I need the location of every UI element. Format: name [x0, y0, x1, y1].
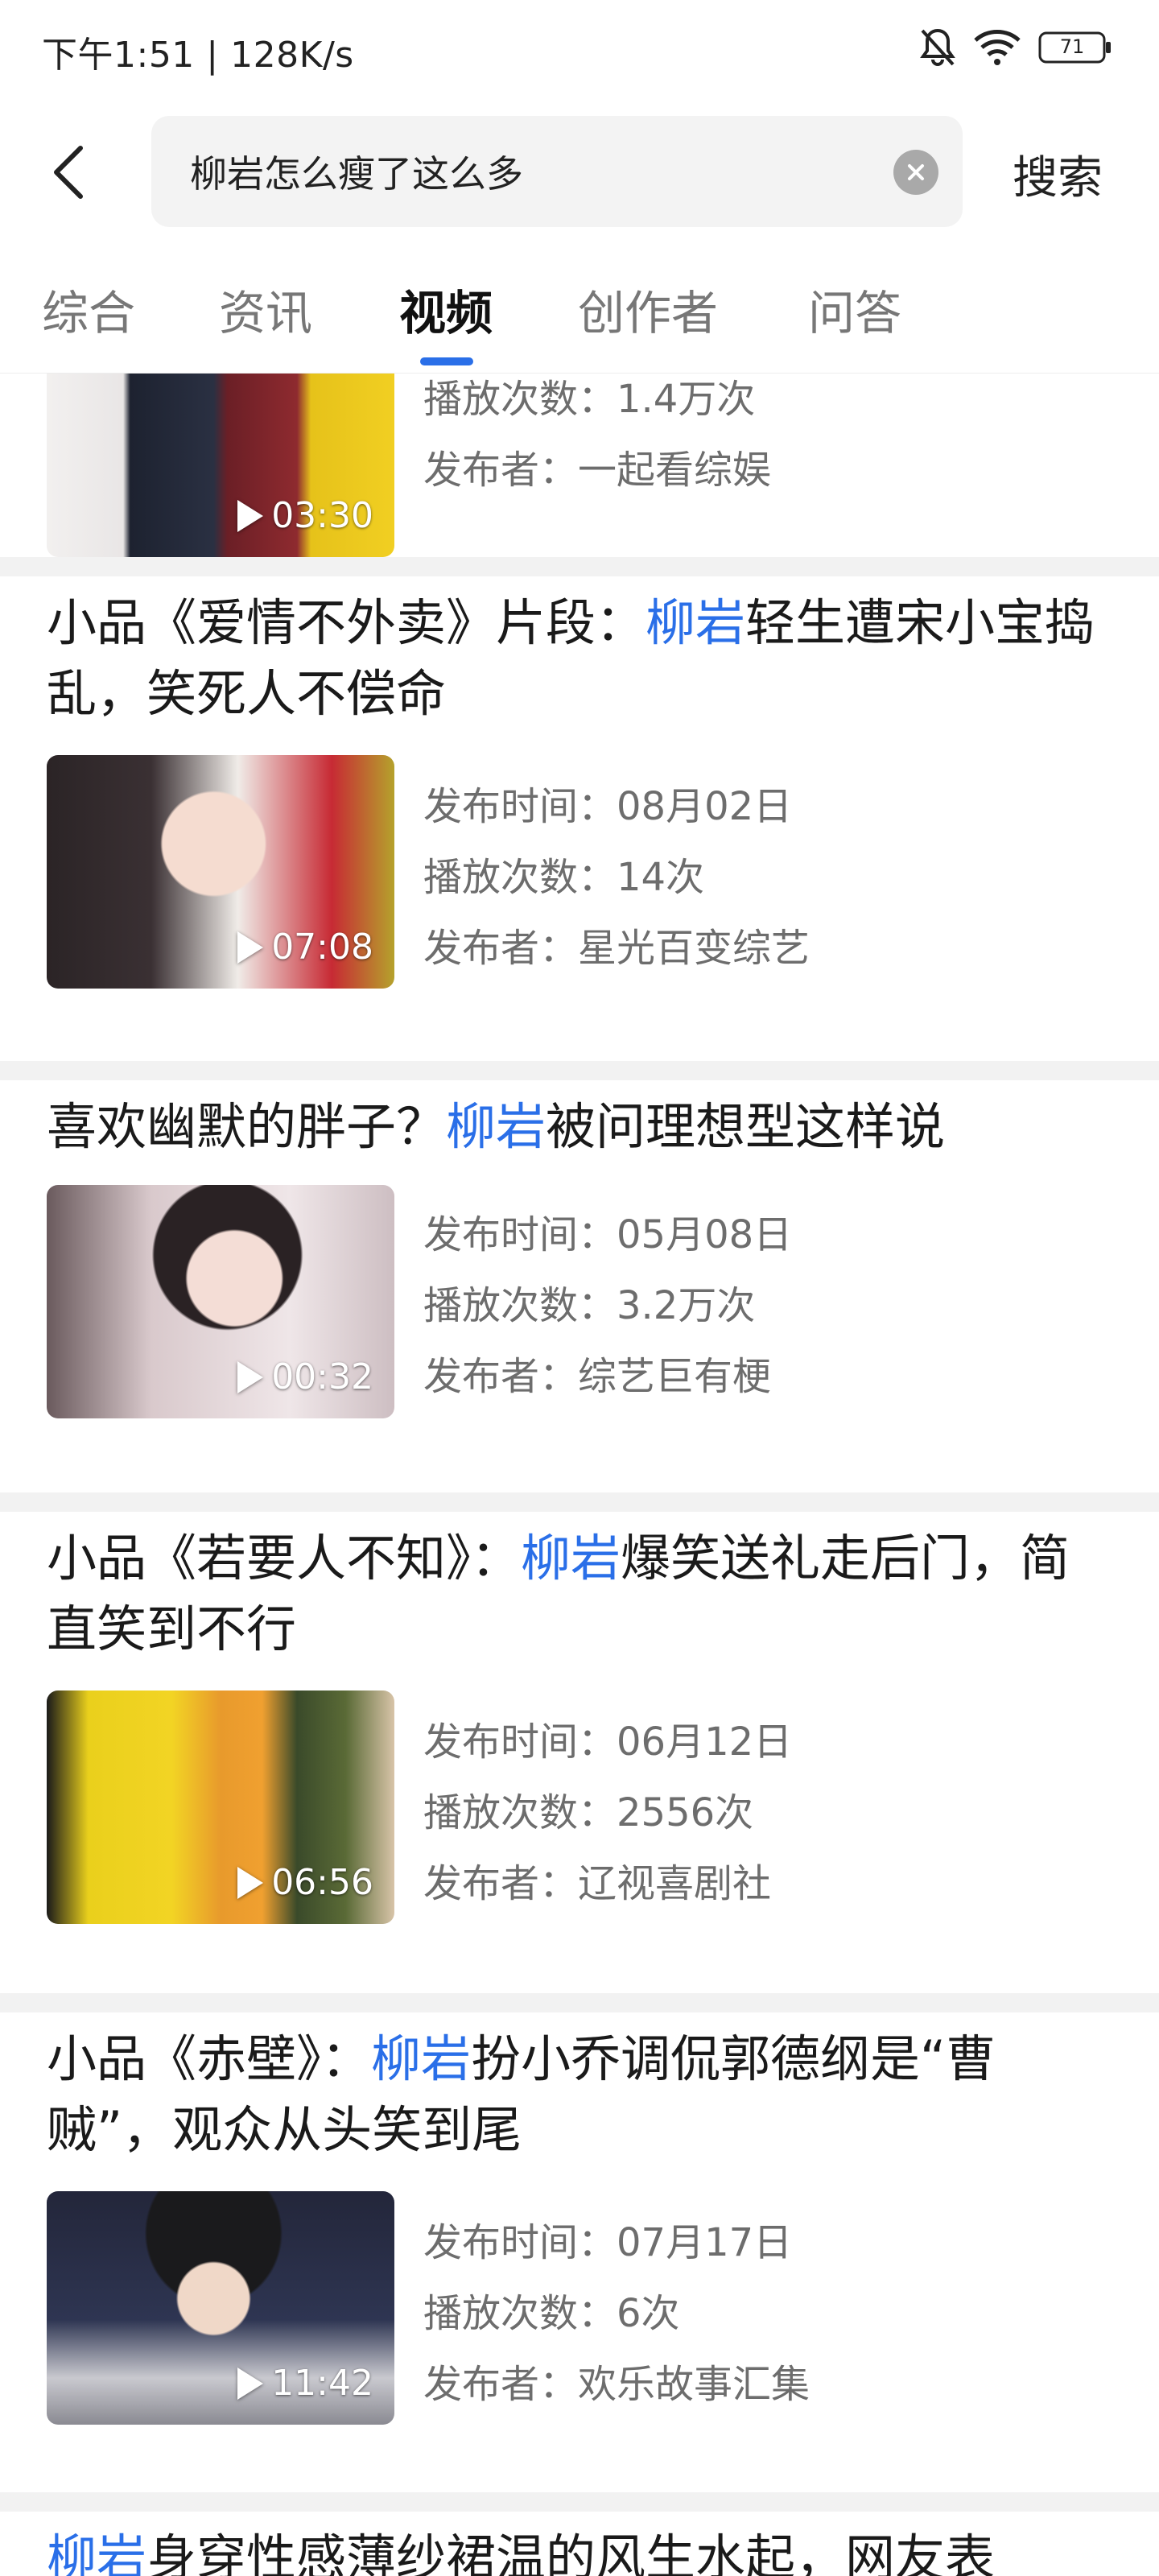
mute-bell-icon [919, 27, 956, 68]
video-publish-time: 发布时间：06月12日 [423, 1719, 793, 1765]
video-publisher: 发布者：欢乐故事汇集 [423, 2362, 810, 2407]
battery-level: 71 [1059, 35, 1085, 58]
video-title[interactable]: 喜欢幽默的胖子？柳岩被问理想型这样说 [47, 1092, 1117, 1162]
video-duration: 06:56 [237, 1862, 373, 1903]
video-play-count: 播放次数：6次 [423, 2291, 680, 2336]
battery-icon: 71 [1038, 31, 1112, 64]
play-icon [237, 499, 264, 532]
video-result-card[interactable]: 柳岩身穿性感薄纱裙温的风生水起，网友表 [0, 2512, 1159, 2576]
tab-creators[interactable]: 创作者 [578, 275, 718, 343]
status-icons: 71 [919, 27, 1112, 68]
play-icon [237, 1360, 264, 1393]
video-duration: 03:30 [237, 495, 373, 536]
video-title[interactable]: 小品《赤壁》：柳岩扮小乔调侃郭德纲是“曹贼”，观众从头笑到尾 [47, 2024, 1117, 2165]
list-divider [0, 2492, 1159, 2512]
close-icon [908, 164, 924, 180]
video-play-count: 播放次数：14次 [423, 855, 705, 900]
video-publisher: 发布者：综艺巨有梗 [423, 1354, 772, 1399]
video-result-card[interactable]: 小品《若要人不知》：柳岩爆笑送礼走后门，简直笑到不行 06:56 发布时间：06… [0, 1512, 1159, 1987]
list-divider [0, 1492, 1159, 1512]
search-button[interactable]: 搜索 [1013, 142, 1103, 207]
tab-news[interactable]: 资讯 [219, 275, 312, 343]
wifi-icon [974, 29, 1021, 66]
list-divider [0, 557, 1159, 576]
list-divider [0, 1993, 1159, 2013]
video-duration: 07:08 [237, 927, 373, 968]
video-play-count: 播放次数：1.4万次 [423, 377, 756, 422]
video-results-list: 03:30 播放次数：1.4万次 发布者：一起看综娱 小品《爱情不外卖》片段：柳… [0, 374, 1159, 2576]
search-header: 柳岩怎么瘦了这么多 搜索 [0, 100, 1159, 243]
video-play-count: 播放次数：3.2万次 [423, 1283, 756, 1328]
video-thumbnail[interactable]: 00:32 [47, 1185, 394, 1418]
active-tab-indicator [420, 357, 473, 365]
video-publish-time: 发布时间：07月17日 [423, 2220, 793, 2265]
video-title[interactable]: 柳岩身穿性感薄纱裙温的风生水起，网友表 [47, 2523, 1117, 2576]
back-arrow-icon [54, 146, 83, 199]
tab-qa[interactable]: 问答 [808, 275, 901, 343]
video-result-card[interactable]: 小品《爱情不外卖》片段：柳岩轻生遭宋小宝捣乱，笑死人不偿命 07:08 发布时间… [0, 576, 1159, 1050]
play-icon [237, 931, 264, 964]
video-thumbnail[interactable]: 11:42 [47, 2191, 394, 2425]
search-input[interactable]: 柳岩怎么瘦了这么多 [151, 116, 963, 227]
video-publish-time: 发布时间：05月08日 [423, 1212, 793, 1257]
video-thumbnail[interactable]: 03:30 [47, 374, 394, 557]
video-duration: 11:42 [237, 2363, 373, 2404]
tab-video[interactable]: 视频 [399, 275, 493, 343]
video-thumbnail[interactable]: 07:08 [47, 755, 394, 989]
video-result-card[interactable]: 小品《赤壁》：柳岩扮小乔调侃郭德纲是“曹贼”，观众从头笑到尾 11:42 发布时… [0, 2013, 1159, 2486]
video-play-count: 播放次数：2556次 [423, 1790, 754, 1835]
video-publish-time: 发布时间：08月02日 [423, 784, 793, 829]
video-result-card[interactable]: 03:30 播放次数：1.4万次 发布者：一起看综娱 [0, 374, 1159, 557]
result-tabs: 综合 资讯 视频 创作者 问答 [0, 243, 1159, 374]
search-query-text[interactable]: 柳岩怎么瘦了这么多 [190, 145, 523, 198]
list-divider [0, 1061, 1159, 1080]
back-button[interactable] [39, 132, 97, 213]
video-title[interactable]: 小品《若要人不知》：柳岩爆笑送礼走后门，简直笑到不行 [47, 1523, 1117, 1665]
video-result-card[interactable]: 喜欢幽默的胖子？柳岩被问理想型这样说 00:32 发布时间：05月08日 播放次… [0, 1080, 1159, 1483]
status-bar: 下午1:51 | 128K/s 71 [0, 0, 1159, 100]
video-thumbnail[interactable]: 06:56 [47, 1690, 394, 1924]
video-duration: 00:32 [237, 1356, 373, 1397]
video-publisher: 发布者：辽视喜剧社 [423, 1861, 772, 1906]
tab-general[interactable]: 综合 [42, 275, 135, 343]
status-time-speed: 下午1:51 | 128K/s [42, 35, 354, 76]
video-title[interactable]: 小品《爱情不外卖》片段：柳岩轻生遭宋小宝捣乱，笑死人不偿命 [47, 588, 1117, 729]
clear-search-button[interactable] [893, 150, 938, 195]
video-publisher: 发布者：一起看综娱 [423, 448, 772, 493]
play-icon [237, 2367, 264, 2400]
video-publisher: 发布者：星光百变综艺 [423, 926, 810, 971]
play-icon [237, 1866, 264, 1899]
